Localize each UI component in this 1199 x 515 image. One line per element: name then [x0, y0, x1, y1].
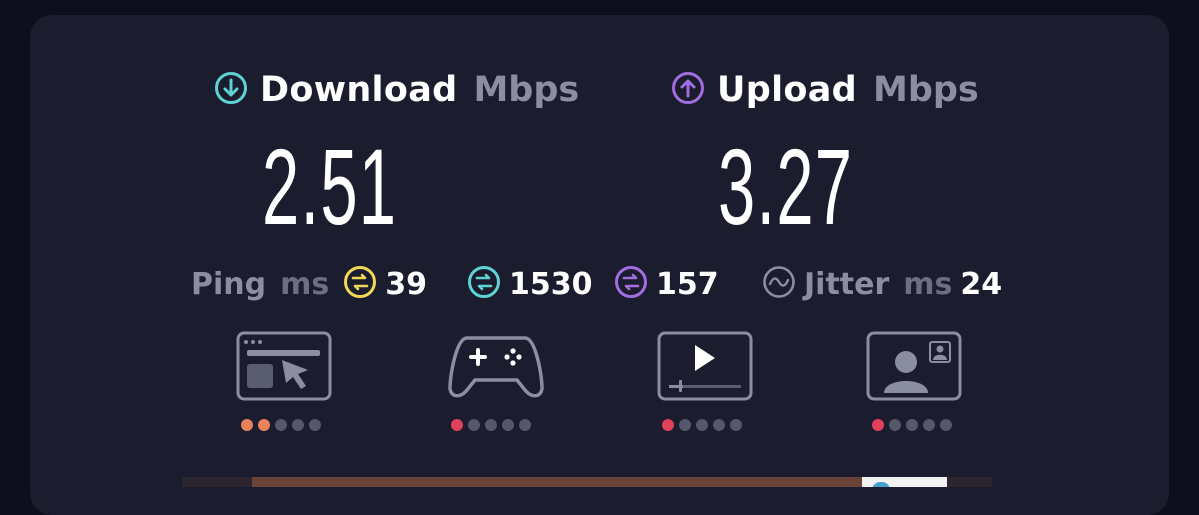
banner-photo: [252, 477, 862, 487]
jitter-label: Jitter: [804, 266, 890, 302]
video-streaming-tile[interactable]: [657, 330, 753, 406]
upload-unit: Mbps: [873, 70, 979, 110]
rating-dot: [275, 419, 287, 431]
rating-dot: [309, 419, 321, 431]
video-call-icon: [866, 331, 962, 406]
gamepad-icon: [447, 336, 545, 406]
rating-dot: [906, 419, 918, 431]
rating-dot: [679, 419, 691, 431]
rating-dot: [713, 419, 725, 431]
rating-dot: [241, 419, 253, 431]
web-browsing-tile[interactable]: [236, 330, 332, 406]
rating-dot: [872, 419, 884, 431]
rating-dot: [696, 419, 708, 431]
rating-dot: [258, 419, 270, 431]
rating-dot: [468, 419, 480, 431]
web-browsing-rating: [241, 419, 321, 431]
jitter-section: Jitter ms 24: [762, 264, 1002, 304]
upload-ping-value: 157: [656, 266, 719, 302]
jitter-wave-icon: [762, 265, 796, 303]
rating-dot: [292, 419, 304, 431]
gaming-tile[interactable]: [447, 330, 545, 406]
rating-dot: [662, 419, 674, 431]
ping-unit: ms: [280, 266, 330, 302]
gaming-rating: [451, 419, 531, 431]
download-label: Download: [260, 70, 458, 110]
download-ping-icon: [467, 265, 501, 303]
upload-speed-value: 3.27: [718, 126, 854, 247]
upload-header: Upload Mbps: [671, 70, 979, 110]
download-unit: Mbps: [473, 70, 580, 110]
upload-arrow-icon: [671, 71, 705, 109]
video-chat-tile[interactable]: [866, 330, 962, 406]
idle-ping-icon: [343, 265, 377, 303]
rating-dot: [502, 419, 514, 431]
rating-dot: [923, 419, 935, 431]
rating-dot: [519, 419, 531, 431]
video-streaming-rating: [662, 419, 742, 431]
idle-ping-value: 39: [385, 266, 427, 302]
rating-dot: [940, 419, 952, 431]
ping-label: Ping: [191, 266, 267, 302]
rating-dot: [451, 419, 463, 431]
rating-dot: [485, 419, 497, 431]
video-chat-rating: [872, 419, 952, 431]
jitter-unit: ms: [903, 266, 953, 302]
download-header: Download Mbps: [214, 70, 579, 110]
browser-cursor-icon: [236, 331, 332, 406]
rating-dot: [730, 419, 742, 431]
upload-ping-icon: [614, 265, 648, 303]
ping-section: Ping ms 39: [191, 264, 427, 304]
download-ping-value: 1530: [509, 266, 593, 302]
ad-banner-image[interactable]: [182, 477, 992, 487]
upload-label: Upload: [717, 70, 857, 110]
rating-dot: [889, 419, 901, 431]
upload-ping-stat: 157: [614, 264, 719, 304]
jitter-value: 24: [960, 266, 1003, 302]
download-arrow-icon: [214, 71, 248, 109]
video-player-icon: [657, 331, 753, 406]
download-speed-value: 2.51: [262, 126, 398, 247]
download-ping-stat: 1530: [467, 264, 593, 304]
